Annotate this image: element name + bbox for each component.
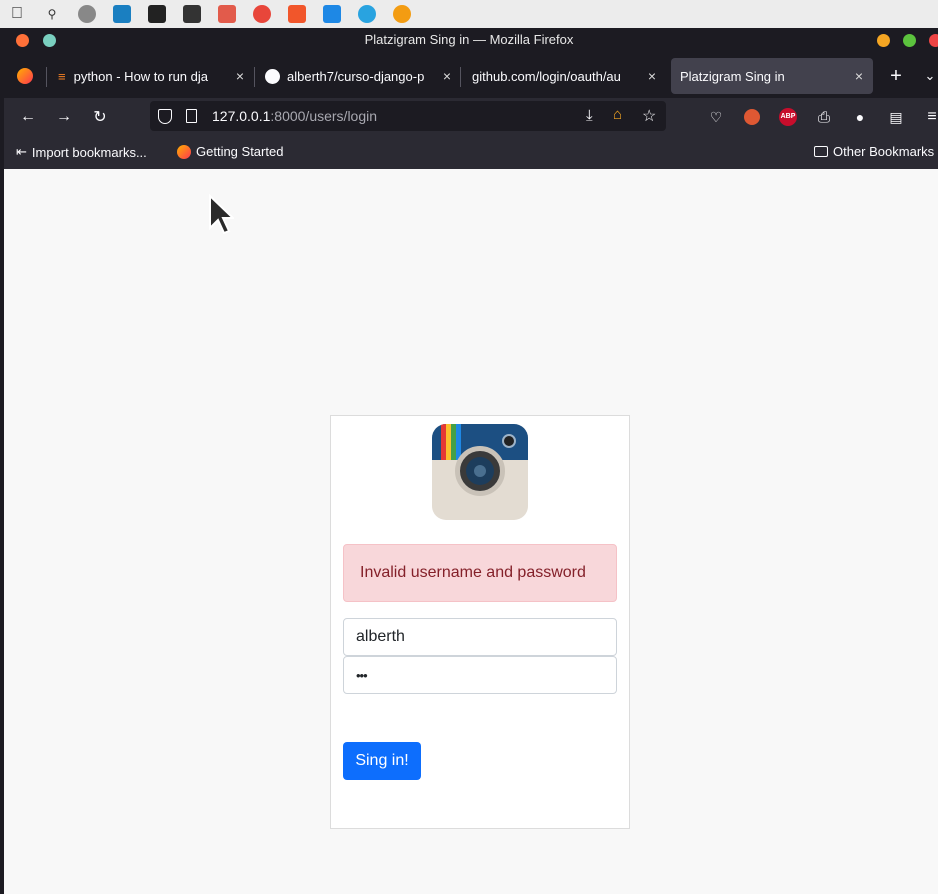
bookmark-label: Import bookmarks... bbox=[31, 144, 147, 160]
new-tab-button[interactable]: + bbox=[884, 58, 908, 94]
tab-label: github.com/login/oauth/au bbox=[472, 68, 621, 84]
tab-github-oauth[interactable]: github.com/login/oauth/au × bbox=[472, 58, 660, 94]
mouse-cursor-icon bbox=[209, 194, 234, 235]
system-dock:  ⚲ bbox=[0, 0, 938, 28]
apple-icon[interactable]:  bbox=[8, 5, 26, 23]
firefox-view-icon[interactable] bbox=[10, 58, 40, 94]
download-icon[interactable]: ⤓ bbox=[586, 107, 593, 124]
bookmark-label: Getting Started bbox=[196, 144, 284, 159]
tab-platzigram[interactable]: Platzigram Sing in × bbox=[671, 58, 873, 94]
close-tab-icon[interactable]: × bbox=[644, 68, 660, 84]
back-button[interactable]: ← bbox=[17, 106, 39, 128]
password-value: ••• bbox=[356, 667, 368, 683]
close-button[interactable] bbox=[929, 34, 938, 47]
bookmark-label: Other Bookmarks bbox=[833, 144, 935, 159]
adblock-label: ABP bbox=[779, 108, 797, 126]
window-title: Platzigram Sing in — Mozilla Firefox bbox=[364, 32, 574, 47]
sign-in-button[interactable]: Sing in! bbox=[343, 742, 421, 780]
camera-logo-icon bbox=[432, 424, 528, 520]
firefox-icon bbox=[177, 144, 191, 159]
bookmark-import[interactable]: ⇤ Import bookmarks... bbox=[16, 144, 147, 160]
extensions-icon[interactable]: ● bbox=[849, 106, 871, 128]
tab-strip: ≡ python - How to run dja × alberth7/cur… bbox=[0, 53, 938, 98]
shield-icon[interactable] bbox=[158, 108, 172, 124]
home-icon[interactable]: ⌂ bbox=[613, 106, 622, 123]
url-text[interactable]: 127.0.0.1:8000/users/login bbox=[212, 108, 377, 124]
tab-separator bbox=[460, 67, 461, 87]
app-icon[interactable] bbox=[148, 5, 166, 23]
username-input[interactable]: alberth bbox=[343, 618, 617, 656]
app-icon[interactable] bbox=[253, 5, 271, 23]
page-icon[interactable] bbox=[186, 109, 197, 123]
password-input[interactable]: ••• bbox=[343, 656, 617, 694]
telegram-icon[interactable] bbox=[358, 5, 376, 23]
folder-icon bbox=[814, 146, 828, 157]
close-tab-icon[interactable]: × bbox=[232, 68, 248, 84]
error-alert: Invalid username and password bbox=[343, 544, 617, 602]
close-tab-icon[interactable]: × bbox=[851, 68, 867, 84]
bookmarks-toolbar: ⇤ Import bookmarks... Getting Started Ot… bbox=[0, 136, 938, 169]
nav-toolbar: ← → ↻ 127.0.0.1:8000/users/login ⤓ ⌂ ☆ ♡… bbox=[0, 98, 938, 136]
app-icon[interactable] bbox=[393, 5, 411, 23]
list-tabs-icon[interactable]: ⌄ bbox=[922, 58, 938, 94]
pocket-icon[interactable]: ♡ bbox=[705, 106, 727, 128]
app-icon[interactable] bbox=[218, 5, 236, 23]
tab-label: python - How to run dja bbox=[73, 68, 208, 84]
url-path: :8000/users/login bbox=[270, 108, 378, 124]
bookmark-other[interactable]: Other Bookmarks bbox=[814, 144, 934, 159]
url-host: 127.0.0.1 bbox=[212, 108, 271, 124]
tab-label: alberth7/curso-django-p bbox=[287, 68, 425, 84]
menu-icon[interactable]: ≡ bbox=[921, 106, 938, 128]
url-bar[interactable]: 127.0.0.1:8000/users/login ⤓ ⌂ ☆ bbox=[150, 101, 666, 131]
stackoverflow-icon: ≡ bbox=[58, 68, 66, 84]
tab-separator bbox=[254, 67, 255, 87]
username-value: alberth bbox=[356, 628, 405, 645]
window-titlebar: Platzigram Sing in — Mozilla Firefox bbox=[0, 28, 938, 53]
reader-icon[interactable]: ▤ bbox=[885, 106, 907, 128]
search-icon[interactable]: ⚲ bbox=[43, 5, 61, 23]
forward-button[interactable]: → bbox=[53, 106, 75, 128]
maximize-button[interactable] bbox=[903, 34, 916, 47]
minimize-button[interactable] bbox=[877, 34, 890, 47]
brave-icon[interactable] bbox=[288, 5, 306, 23]
tab-separator bbox=[46, 67, 47, 87]
page-content: Invalid username and password alberth ••… bbox=[4, 169, 938, 894]
close-tab-icon[interactable]: × bbox=[439, 68, 455, 84]
print-icon[interactable]: ⎙ bbox=[813, 106, 835, 128]
settings-icon[interactable] bbox=[78, 5, 96, 23]
tab-github-repo[interactable]: alberth7/curso-django-p × bbox=[265, 58, 455, 94]
duckduckgo-icon[interactable] bbox=[741, 106, 763, 128]
tab-label: Platzigram Sing in bbox=[680, 68, 785, 84]
app-icon[interactable] bbox=[183, 5, 201, 23]
bookmark-star-icon[interactable]: ☆ bbox=[642, 106, 656, 126]
adblock-icon[interactable]: ABP bbox=[777, 106, 799, 128]
login-card: Invalid username and password alberth ••… bbox=[330, 415, 630, 829]
reload-button[interactable]: ↻ bbox=[89, 106, 111, 128]
tab-stackoverflow[interactable]: ≡ python - How to run dja × bbox=[58, 58, 248, 94]
github-icon bbox=[265, 68, 280, 84]
bookmark-getting-started[interactable]: Getting Started bbox=[177, 144, 283, 159]
vscode-icon[interactable] bbox=[323, 5, 341, 23]
import-icon: ⇤ bbox=[16, 144, 27, 159]
app-icon[interactable] bbox=[113, 5, 131, 23]
